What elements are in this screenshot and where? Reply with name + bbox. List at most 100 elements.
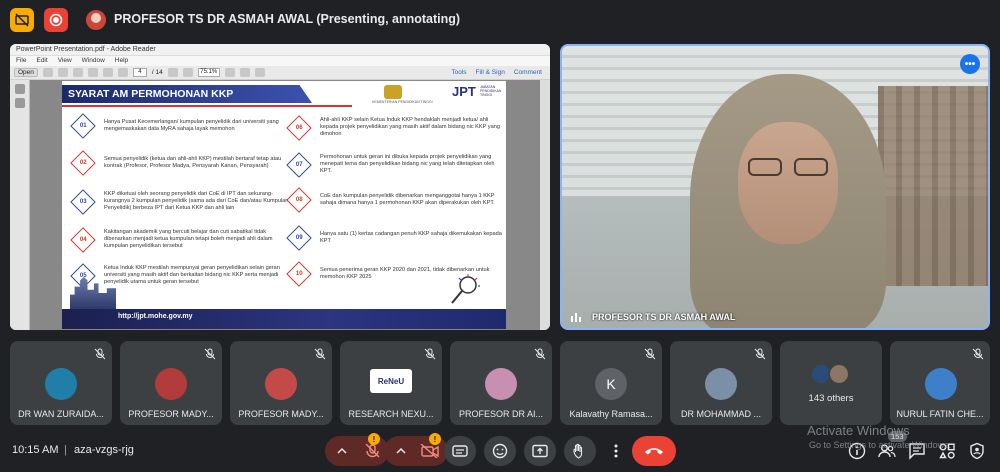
avatar [45, 368, 77, 400]
camera-off-icon [396, 444, 439, 458]
background-shelf [878, 86, 988, 286]
participant-tile[interactable]: NURUL FATIN CHE... [890, 341, 990, 425]
reader-menu-view[interactable]: View [58, 57, 72, 65]
criteria-text: Ketua Induk KKP mestilah mempunyai geran… [104, 265, 280, 285]
reader-create-icon[interactable] [42, 68, 53, 77]
criteria-text: Ahli-ahli KKP selain Ketua Induk KKP hen… [320, 117, 500, 137]
reader-menu-file[interactable]: File [16, 57, 26, 65]
speaker-face [738, 122, 838, 244]
mic-off-icon [314, 348, 326, 360]
number-diamond: 01 [70, 113, 96, 139]
participant-tile[interactable]: PROFESOR DR AI... [450, 341, 552, 425]
attachments-panel-icon[interactable] [15, 98, 25, 108]
participant-tile[interactable]: DR MOHAMMAD ... [670, 341, 772, 425]
criteria-text: Hanya Pusat Kecemerlangan/ kumpulan peny… [104, 119, 279, 132]
mic-off-icon [94, 348, 106, 360]
reader-email-icon[interactable] [87, 68, 98, 77]
reader-print-icon[interactable] [72, 68, 83, 77]
camera-warning-icon: ! [429, 433, 441, 445]
reader-comment-icon[interactable] [239, 68, 250, 77]
reader-zoom-out-icon[interactable] [167, 68, 178, 77]
criteria-item-09: 09 Hanya satu (1) kertas cadangan penuh … [286, 225, 506, 251]
reader-highlight-icon[interactable] [254, 68, 265, 77]
captions-icon [452, 445, 468, 457]
speaker-tile[interactable]: ••• PROFESOR TS DR ASMAH AWAL [560, 44, 990, 330]
reader-tools-button[interactable]: Tools [451, 69, 470, 76]
mic-off-icon [754, 348, 766, 360]
criteria-item-04: 04 Kakitangan akademik yang bercuti bela… [70, 226, 290, 253]
participant-name: NURUL FATIN CHE... [896, 409, 984, 419]
recording-icon[interactable] [44, 8, 68, 32]
captions-button[interactable] [444, 436, 476, 466]
host-controls-icon[interactable] [968, 442, 986, 460]
more-options-button[interactable] [604, 436, 628, 466]
criteria-text: CoE dan kumpulan penyelidik dibenarkan m… [320, 193, 495, 206]
reader-toolbar: Open 4 / 14 75.1% Tools Fill & Sign Comm… [10, 66, 550, 80]
criteria-item-07: 07 Permohonan untuk geran ini dibuka kep… [286, 151, 506, 178]
mic-off-icon [534, 348, 546, 360]
emoji-icon [492, 443, 508, 459]
slide-footer-url: http://jpt.mohe.gov.my [118, 313, 193, 320]
reader-comment-button[interactable]: Comment [514, 69, 546, 76]
reader-next-page-icon[interactable] [117, 68, 128, 77]
present-button[interactable] [524, 436, 556, 466]
participant-tile[interactable]: PROFESOR MADY... [120, 341, 222, 425]
more-vert-icon [614, 444, 618, 458]
reader-zoom-in-icon[interactable] [182, 68, 193, 77]
mic-warning-icon: ! [368, 433, 380, 445]
criteria-text: Hanya satu (1) kertas cadangan penuh KKP… [320, 231, 502, 244]
participant-tile[interactable]: K Kalavathy Ramasa... [560, 341, 662, 425]
criteria-item-02: 02 Semua penyelidik (ketua dan ahli-ahli… [70, 150, 290, 176]
presenting-icon[interactable] [10, 8, 34, 32]
ministry-name: KEMENTERIAN PENDIDIKAN TINGGI [372, 100, 433, 104]
reader-menu-edit[interactable]: Edit [36, 57, 47, 65]
avatar [155, 368, 187, 400]
reader-zoom-input[interactable]: 75.1% [197, 68, 220, 77]
avatar [265, 368, 297, 400]
mic-off-icon [337, 444, 380, 458]
reader-fit-icon[interactable] [224, 68, 235, 77]
hand-icon [573, 443, 583, 459]
mic-off-icon [204, 348, 216, 360]
slide-title: SYARAT AM PERMOHONAN KKP [62, 85, 312, 103]
slide-title-stripe [62, 105, 352, 107]
participant-name: DR WAN ZURAIDA... [18, 409, 104, 419]
participant-name: PROFESOR MADY... [128, 409, 214, 419]
avatar [925, 368, 957, 400]
reader-menu-help[interactable]: Help [115, 57, 128, 65]
presentation-tile[interactable]: PowerPoint Presentation.pdf - Adobe Read… [10, 44, 550, 330]
participant-tile[interactable]: PROFESOR MADY... [230, 341, 332, 425]
top-bar: PROFESOR TS DR ASMAH AWAL (Presenting, a… [0, 0, 1000, 40]
others-tile[interactable]: 143 others [780, 341, 882, 425]
reader-prev-page-icon[interactable] [102, 68, 113, 77]
reader-fill-sign-button[interactable]: Fill & Sign [476, 69, 509, 76]
raise-hand-button[interactable] [564, 436, 596, 466]
reader-scrollbar[interactable] [540, 80, 550, 330]
number-diamond: 04 [70, 226, 96, 253]
avatar-initial: K [595, 368, 627, 400]
more-options-icon[interactable]: ••• [960, 54, 980, 74]
reader-document-area[interactable]: SYARAT AM PERMOHONAN KKP KEMENTERIAN PEN… [10, 80, 550, 330]
criteria-item-06: 06 Ahli-ahli KKP selain Ketua Induk KKP … [286, 114, 506, 141]
participant-name: Kalavathy Ramasa... [569, 409, 653, 419]
pages-panel-icon[interactable] [15, 84, 25, 94]
audio-level-icon [571, 313, 581, 322]
participant-tile[interactable]: DR WAN ZURAIDA... [10, 341, 112, 425]
reader-menu-bar: File Edit View Window Help [10, 56, 550, 66]
criteria-text: Kakitangan akademik yang bercuti belajar… [104, 229, 273, 249]
leave-call-button[interactable] [632, 436, 676, 466]
participant-name: PROFESOR MADY... [238, 409, 324, 419]
criteria-item-08: 08 CoE dan kumpulan penyelidik dibenarka… [286, 187, 506, 213]
reader-page-total: / 14 [151, 69, 163, 76]
avatar [485, 368, 517, 400]
reactions-button[interactable] [484, 436, 516, 466]
activate-windows-title: Activate Windows [807, 423, 910, 438]
participant-tile[interactable]: ReNeU RESEARCH NEXU... [340, 341, 442, 425]
slide: SYARAT AM PERMOHONAN KKP KEMENTERIAN PEN… [62, 81, 506, 329]
mic-off-icon [644, 348, 656, 360]
reader-save-icon[interactable] [57, 68, 68, 77]
reader-page-input[interactable]: 4 [132, 68, 147, 77]
reneu-logo: ReNeU [370, 369, 412, 393]
reader-open-button[interactable]: Open [14, 68, 38, 77]
reader-menu-window[interactable]: Window [82, 57, 105, 65]
